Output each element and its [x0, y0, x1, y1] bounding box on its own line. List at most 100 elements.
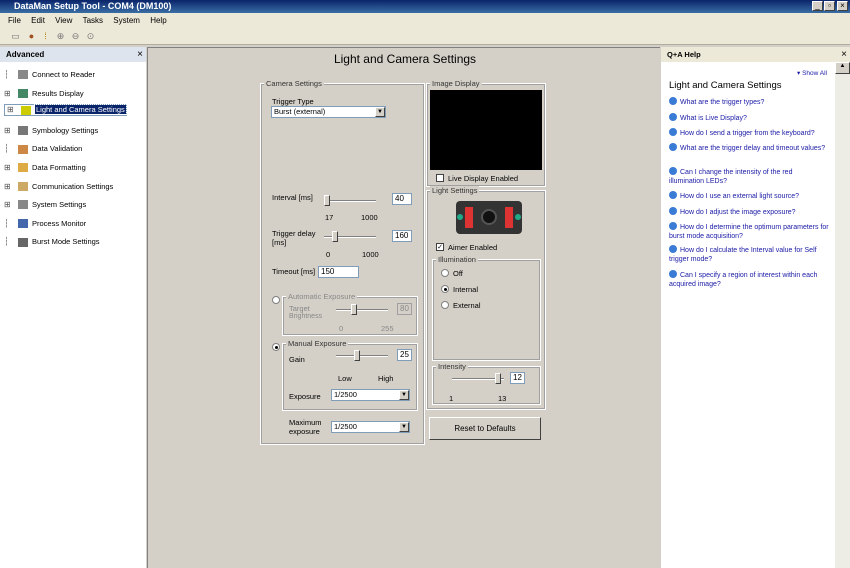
tree-item-label: System Settings: [32, 200, 87, 210]
timeout-input[interactable]: 150: [318, 266, 359, 278]
intensity-input[interactable]: 12: [510, 372, 525, 384]
reader-image: [456, 201, 522, 234]
expand-icon[interactable]: ⊞: [4, 161, 12, 175]
minimize-button[interactable]: _: [812, 1, 823, 11]
illumination-internal-radio[interactable]: [441, 285, 449, 293]
close-button[interactable]: ×: [837, 1, 848, 11]
show-all-link[interactable]: ▾ Show All: [797, 69, 827, 77]
close-icon[interactable]: ×: [137, 47, 143, 62]
target-brightness-label: Target: [289, 304, 310, 313]
tree-item[interactable]: ⊞ Communication Settings: [4, 179, 113, 193]
help-icon: [669, 113, 677, 121]
tree-line: ┆: [4, 218, 9, 228]
gain-input[interactable]: 25: [397, 349, 412, 361]
trigger-delay-slider-thumb[interactable]: [332, 231, 338, 242]
menu-tasks[interactable]: Tasks: [83, 16, 103, 25]
interval-slider-thumb[interactable]: [324, 195, 330, 206]
menu-edit[interactable]: Edit: [31, 16, 45, 25]
help-question-link[interactable]: What are the trigger delay and timeout v…: [669, 143, 829, 153]
item-icon: [21, 105, 31, 115]
intensity-slider-thumb[interactable]: [495, 373, 501, 384]
tree-item-label: Process Monitor: [32, 218, 87, 228]
live-display-checkbox[interactable]: [436, 174, 444, 182]
tree-item[interactable]: ┆ Process Monitor: [4, 216, 86, 230]
aimer-enabled-checkbox[interactable]: ✓: [436, 243, 444, 251]
target-min: 0: [339, 324, 344, 333]
help-heading: Light and Camera Settings: [669, 80, 782, 91]
target-brightness-slider-thumb[interactable]: [351, 304, 357, 315]
tree-item[interactable]: ⊞ Symbology Settings: [4, 123, 98, 137]
scroll-up-button[interactable]: ▲: [835, 62, 850, 74]
expand-icon[interactable]: ⊞: [4, 180, 12, 194]
illumination-external-label: External: [453, 301, 481, 310]
illumination-off-radio[interactable]: [441, 269, 449, 277]
trigger-icon[interactable]: ⁞: [40, 31, 51, 42]
gain-label: Gain: [289, 355, 305, 364]
menu-system[interactable]: System: [113, 16, 140, 25]
menu-file[interactable]: File: [8, 16, 21, 25]
item-icon: [18, 70, 28, 80]
reset-to-defaults-button[interactable]: Reset to Defaults: [429, 417, 541, 440]
target-brightness-slider[interactable]: [336, 309, 388, 311]
zoom-in-icon[interactable]: ⊕: [55, 31, 66, 42]
manual-exposure-radio[interactable]: [272, 343, 280, 351]
help-question-link[interactable]: Can I change the intensity of the red il…: [669, 167, 829, 186]
select-value: 1/2500: [334, 422, 357, 431]
help-question-link[interactable]: How do I use an external light source?: [669, 191, 829, 201]
tree-item[interactable]: ⊞ Results Display: [4, 86, 84, 100]
tree-item[interactable]: ┆ Connect to Reader: [4, 67, 95, 81]
expand-icon[interactable]: ⊞: [7, 105, 15, 115]
group-label: Automatic Exposure: [286, 292, 358, 301]
max-exposure-label: Maximum: [289, 418, 322, 427]
menu-help[interactable]: Help: [150, 16, 166, 25]
panel-title: Q+A Help: [667, 50, 701, 59]
help-question-link[interactable]: How do I determine the optimum parameter…: [669, 222, 829, 241]
close-icon[interactable]: ×: [841, 47, 847, 62]
item-icon: [18, 126, 28, 136]
help-scrollbar[interactable]: ▲: [835, 62, 850, 568]
menu-bar: File Edit View Tasks System Help: [0, 13, 850, 28]
automatic-exposure-radio[interactable]: [272, 296, 280, 304]
target-brightness-input[interactable]: 80: [397, 303, 412, 315]
save-icon[interactable]: ▭: [10, 31, 21, 42]
group-label: Camera Settings: [264, 79, 324, 88]
help-question-link[interactable]: What are the trigger types?: [669, 97, 829, 107]
expand-icon[interactable]: ⊞: [4, 87, 12, 101]
tree-item[interactable]: ⊞ Light and Camera Settings: [4, 104, 127, 117]
zoom-fit-icon[interactable]: ⊙: [85, 31, 96, 42]
tree-item[interactable]: ┆ Data Validation: [4, 141, 82, 155]
max-exposure-select[interactable]: 1/2500 ▼: [331, 421, 410, 433]
tree-item[interactable]: ⊞ Data Formatting: [4, 160, 86, 174]
menu-view[interactable]: View: [55, 16, 72, 25]
help-question-link[interactable]: Can I specify a region of interest withi…: [669, 270, 829, 289]
tree-item[interactable]: ⊞ System Settings: [4, 197, 86, 211]
restore-button[interactable]: ▫: [824, 1, 835, 11]
group-label: Illumination: [436, 255, 478, 264]
exposure-select[interactable]: 1/2500 ▼: [331, 389, 410, 401]
tree-item[interactable]: ┆ Burst Mode Settings: [4, 234, 100, 248]
panel-header: Advanced ×: [0, 47, 146, 62]
help-question-link[interactable]: How do I calculate the Interval value fo…: [669, 245, 829, 264]
window-title: DataMan Setup Tool - COM4 (DM100): [14, 1, 172, 11]
expand-icon[interactable]: ⊞: [4, 124, 12, 138]
gain-slider-thumb[interactable]: [354, 350, 360, 361]
illumination-external-radio[interactable]: [441, 301, 449, 309]
expand-icon[interactable]: ⊞: [4, 198, 12, 212]
select-value: 1/2500: [334, 390, 357, 399]
item-icon: [18, 144, 28, 154]
interval-input[interactable]: 40: [392, 193, 412, 205]
help-question-link[interactable]: What is Live Display?: [669, 113, 829, 123]
zoom-out-icon[interactable]: ⊖: [70, 31, 81, 42]
item-icon: [18, 163, 28, 173]
interval-slider[interactable]: [324, 200, 376, 202]
trigger-type-select[interactable]: Burst (external) ▼: [271, 106, 386, 118]
help-question-link[interactable]: How do I adjust the image exposure?: [669, 207, 829, 217]
connect-icon[interactable]: ●: [26, 31, 37, 42]
question-text: How do I use an external light source?: [680, 193, 800, 200]
trigger-delay-input[interactable]: 160: [392, 230, 412, 242]
gain-slider[interactable]: [336, 355, 388, 357]
indicator-right: [515, 214, 521, 220]
delay-min: 0: [326, 250, 331, 259]
help-question-link[interactable]: How do I send a trigger from the keyboar…: [669, 128, 829, 138]
target-max: 255: [381, 324, 394, 333]
